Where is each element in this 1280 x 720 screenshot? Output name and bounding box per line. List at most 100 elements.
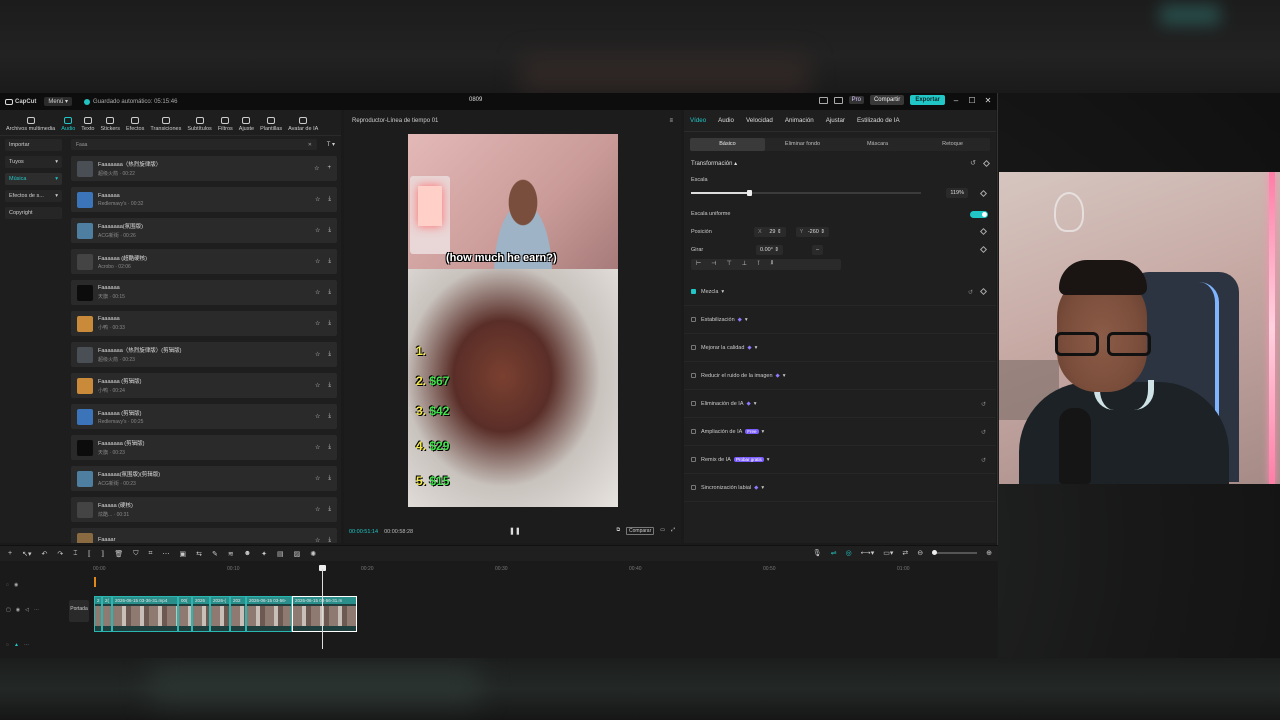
- person-icon[interactable]: ☻: [244, 550, 251, 558]
- tool-tab[interactable]: Transiciones: [147, 117, 184, 135]
- position-keyframe-icon[interactable]: [979, 227, 988, 236]
- tool-tab[interactable]: Efectos: [123, 117, 147, 135]
- audio-track-item[interactable]: Faaaaaa (超酷硬核) Acrobo · 02:06 ☆ ⤓: [71, 249, 337, 274]
- tool-tab[interactable]: Avatar de IA: [285, 117, 321, 135]
- pause-button[interactable]: ❚❚: [509, 527, 521, 535]
- favorite-icon[interactable]: ☆: [315, 413, 320, 420]
- feature-checkbox[interactable]: [691, 457, 696, 462]
- download-icon[interactable]: ⤓: [328, 444, 331, 451]
- export-button[interactable]: Exportar: [910, 95, 945, 105]
- audio-track-item[interactable]: Faaaaaa(氛围版)(剪辑版) ACG新街 · 00:23 ☆ ⤓: [71, 466, 337, 491]
- compare-button[interactable]: Comparar: [626, 527, 655, 535]
- timeline-marker[interactable]: [94, 577, 96, 587]
- audio-track-item[interactable]: Faaaaaaa(氛围版) ACG新街 · 00:26 ☆ ⤓: [71, 218, 337, 243]
- align-bottom-icon[interactable]: ⫫: [770, 260, 773, 269]
- timeline-clip[interactable]: 2: [94, 596, 102, 632]
- undo-icon[interactable]: ↶: [41, 550, 47, 558]
- audio-track-item[interactable]: Faaaaaaa (剪辑版) 天旗 · 00:23 ☆ ⤓: [71, 435, 337, 460]
- tool-tab[interactable]: Audio: [58, 117, 78, 135]
- download-icon[interactable]: ⤓: [328, 351, 331, 358]
- timeline-clip[interactable]: 2026-06-15 03-56-31.m: [292, 596, 357, 632]
- rotate-field[interactable]: 0.00° ⇕: [756, 245, 784, 255]
- track-eye-icon[interactable]: ◉: [14, 582, 18, 588]
- audio-track-item[interactable]: Faaaaaa (剪辑版) 小鸭 · 00:24 ☆ ⤓: [71, 373, 337, 398]
- favorite-icon[interactable]: ☆: [315, 506, 320, 513]
- scale-slider[interactable]: [691, 190, 921, 196]
- layout-icon[interactable]: [818, 96, 828, 104]
- timeline-clip[interactable]: 2026-06-15 03-36-31.mp4: [112, 596, 178, 632]
- favorite-icon[interactable]: ☆: [315, 289, 320, 296]
- preview-axis-icon[interactable]: ⟷▾: [861, 549, 875, 557]
- playhead[interactable]: [322, 569, 323, 649]
- align-middle-icon[interactable]: ⊺: [757, 260, 760, 269]
- project-title[interactable]: 0809: [469, 97, 482, 103]
- download-icon[interactable]: ⤓: [328, 196, 331, 203]
- audio-track-item[interactable]: Faaaaaa 小鸭 · 00:33 ☆ ⤓: [71, 311, 337, 336]
- tool-tab[interactable]: Stickers: [97, 117, 123, 135]
- magic-icon[interactable]: ✦: [261, 550, 267, 558]
- track-toggle-icon[interactable]: ◌: [6, 582, 9, 588]
- timeline-clip[interactable]: 202: [230, 596, 246, 632]
- fit-timeline-icon[interactable]: ⇄: [902, 549, 908, 557]
- align-right-icon[interactable]: ⊤: [726, 260, 731, 269]
- side-nav-item[interactable]: Música ▾: [5, 173, 62, 185]
- align-left-icon[interactable]: ⊢: [696, 260, 701, 269]
- add-track-icon[interactable]: +: [8, 550, 12, 558]
- timeline-clip[interactable]: 2026-(: [210, 596, 230, 632]
- scale-keyframe-icon[interactable]: [979, 189, 988, 198]
- caption-icon[interactable]: ▭▾: [883, 549, 893, 557]
- scale-slider-knob[interactable]: [746, 190, 752, 196]
- pro-badge[interactable]: Pro: [848, 96, 864, 104]
- reset-icon[interactable]: ↺: [981, 457, 986, 464]
- crop-icon[interactable]: ⌗: [149, 550, 153, 558]
- feature-row[interactable]: Ampliación de IA Free ▾ ↺: [684, 418, 996, 446]
- audio-more-icon[interactable]: ⋯: [24, 642, 29, 648]
- download-icon[interactable]: ⤓: [328, 475, 331, 482]
- feature-row[interactable]: Reducir el ruido de la imagen ◆ ▾: [684, 362, 996, 390]
- download-icon[interactable]: ⤓: [328, 382, 331, 389]
- download-icon[interactable]: ⤓: [328, 289, 331, 296]
- feature-checkbox[interactable]: [691, 345, 696, 350]
- feature-checkbox[interactable]: [691, 373, 696, 378]
- track-lock-icon[interactable]: ▢: [6, 607, 11, 613]
- inspector-tab[interactable]: Vídeo: [690, 117, 706, 124]
- side-nav-item[interactable]: Importar: [5, 139, 62, 151]
- feature-checkbox[interactable]: [691, 317, 696, 322]
- position-x-field[interactable]: X 29 ⇕: [754, 227, 786, 237]
- position-y-field[interactable]: Y -260 ⇕: [795, 227, 829, 237]
- favorite-icon[interactable]: ☆: [315, 196, 320, 203]
- side-nav-item[interactable]: Copyright: [5, 207, 62, 219]
- share-button[interactable]: Compartir: [869, 95, 905, 105]
- timeline-clip[interactable]: 2026: [192, 596, 210, 632]
- feature-row[interactable]: Remix de IA Probar gratis ▾ ↺: [684, 446, 996, 474]
- inspector-sub-tab[interactable]: Eliminar fondo: [765, 138, 840, 151]
- download-icon[interactable]: ⤓: [328, 537, 331, 543]
- video-preview[interactable]: (how much he earn?) 1. 2. $67 3. $42 4. $2…: [408, 134, 618, 507]
- subtitle-icon[interactable]: ▤: [277, 550, 284, 558]
- transform-header[interactable]: Transformación ▴ ↺: [684, 157, 996, 169]
- inspector-sub-tab[interactable]: Retoque: [915, 138, 990, 151]
- text-sort-icon[interactable]: T ▾: [327, 141, 335, 148]
- track-more-icon[interactable]: ⋯: [34, 607, 39, 613]
- delete-icon[interactable]: 🗑: [114, 550, 123, 558]
- audio-track-item[interactable]: Faaaaaa Redlemavy's · 00:32 ☆ ⤓: [71, 187, 337, 212]
- ratio-icon[interactable]: ▭: [660, 527, 665, 535]
- fullscreen-icon[interactable]: ⤢: [671, 527, 675, 535]
- timeline-clip[interactable]: 00(: [178, 596, 192, 632]
- rotate-keyframe-icon[interactable]: [979, 245, 988, 254]
- audio-track-item[interactable]: Faaaaaa 天旗 · 00:15 ☆ ⤓: [71, 280, 337, 305]
- scale-value[interactable]: 119%: [946, 188, 968, 198]
- audio-track-item[interactable]: Faaaar ☆ ⤓: [71, 528, 337, 543]
- uniform-toggle[interactable]: [970, 211, 988, 218]
- download-icon[interactable]: ⤓: [328, 227, 331, 234]
- audio-track-item[interactable]: Faaaaa (硬核) 炫酷... · 00:31 ☆ ⤓: [71, 497, 337, 522]
- minimize-icon[interactable]: –: [951, 96, 961, 105]
- keyframe-icon[interactable]: [979, 287, 988, 296]
- feature-row[interactable]: Sincronización labial ◆ ▾: [684, 474, 996, 502]
- favorite-icon[interactable]: ☆: [315, 351, 320, 358]
- zoom-slider[interactable]: [932, 550, 978, 555]
- maximize-icon[interactable]: ☐: [967, 96, 977, 105]
- favorite-icon[interactable]: ☆: [315, 537, 320, 543]
- pen-icon[interactable]: ✎: [212, 550, 218, 558]
- magnet-icon[interactable]: ◎: [846, 549, 852, 557]
